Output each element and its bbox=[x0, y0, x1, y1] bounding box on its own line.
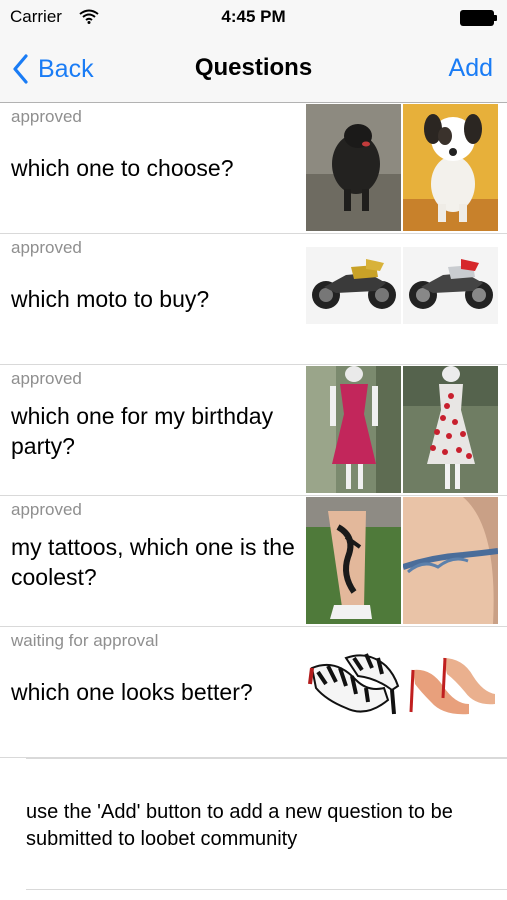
divider bbox=[26, 758, 507, 759]
question-text: which one for my birthday party? bbox=[11, 403, 274, 459]
question-text: which one looks better? bbox=[11, 679, 253, 705]
battery-icon bbox=[460, 10, 497, 26]
status-bar: Carrier 4:45 PM bbox=[0, 0, 507, 36]
question-status: approved bbox=[11, 369, 82, 388]
zebra-heels-photo[interactable] bbox=[306, 628, 401, 755]
add-button[interactable]: Add bbox=[449, 54, 493, 83]
question-text: which one to choose? bbox=[11, 155, 234, 181]
question-row[interactable]: approved which moto to buy? bbox=[0, 234, 507, 365]
footer: use the 'Add' button to add a new questi… bbox=[0, 758, 507, 900]
question-text: which moto to buy? bbox=[11, 286, 210, 312]
gold-motorcycle-photo[interactable] bbox=[306, 235, 401, 362]
red-dotted-dress-photo[interactable] bbox=[403, 366, 498, 493]
nude-heels-photo[interactable] bbox=[403, 628, 498, 755]
question-row[interactable]: approved which one for my birthday party… bbox=[0, 365, 507, 496]
questions-list: approved which one to choose? approved w… bbox=[0, 103, 507, 758]
question-status: approved bbox=[11, 107, 82, 126]
clock: 4:45 PM bbox=[221, 7, 286, 26]
question-row[interactable]: approved which one to choose? bbox=[0, 103, 507, 234]
divider bbox=[26, 889, 507, 890]
white-brown-puppy-photo[interactable] bbox=[403, 104, 498, 231]
question-status: approved bbox=[11, 500, 82, 519]
question-text: my tattoos, which one is the coolest? bbox=[11, 534, 295, 590]
pink-dress-photo[interactable] bbox=[306, 366, 401, 493]
page-title: Questions bbox=[194, 54, 313, 81]
black-puppy-photo[interactable] bbox=[306, 104, 401, 231]
footer-hint: use the 'Add' button to add a new questi… bbox=[26, 801, 453, 850]
arm-band-tattoo-photo[interactable] bbox=[403, 497, 498, 624]
question-status: waiting for approval bbox=[11, 631, 159, 650]
leg-tattoo-photo[interactable] bbox=[306, 497, 401, 624]
question-row[interactable]: waiting for approval which one looks bet… bbox=[0, 627, 507, 758]
navigation-bar: Back Questions Add bbox=[0, 36, 507, 103]
question-row[interactable]: approved my tattoos, which one is the co… bbox=[0, 496, 507, 627]
silver-motorcycle-photo[interactable] bbox=[403, 235, 498, 362]
question-status: approved bbox=[11, 238, 82, 257]
